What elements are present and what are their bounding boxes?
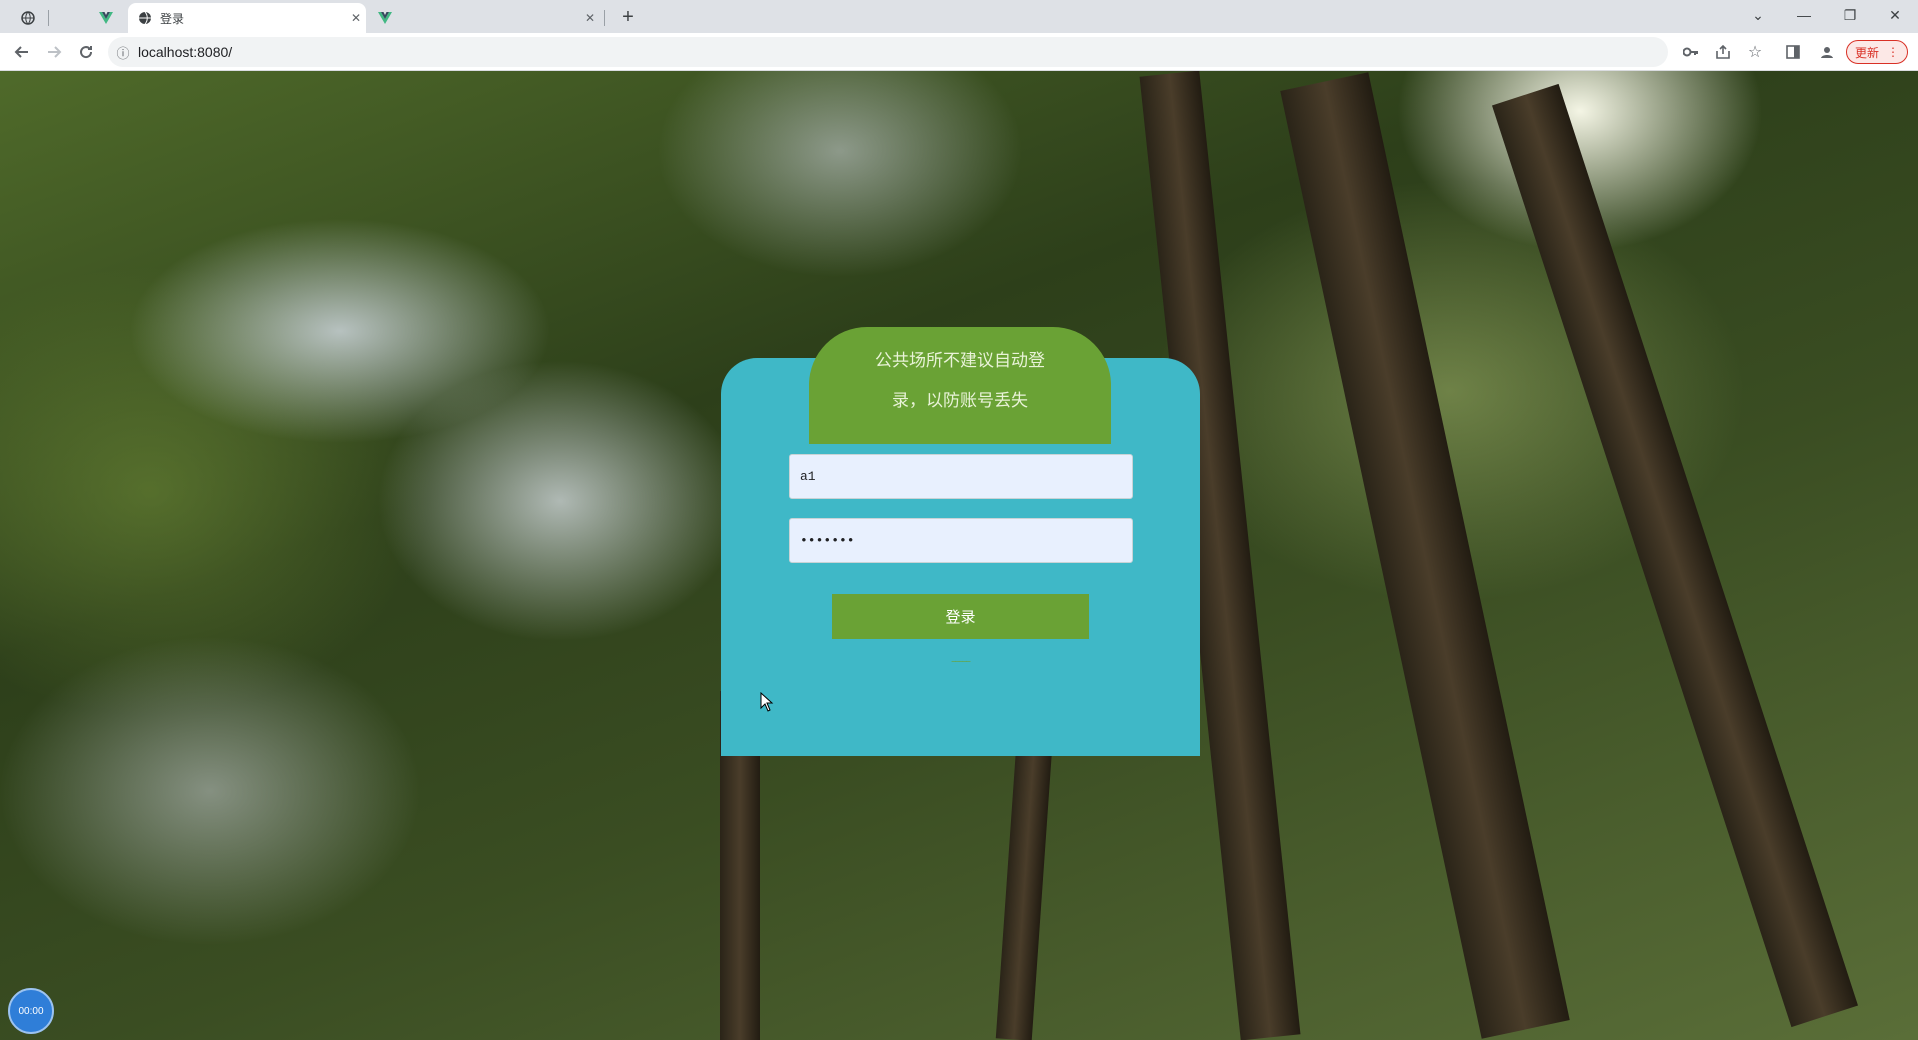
vue-icon xyxy=(99,11,113,25)
browser-tab-strip: 登录 ✕ ✕ + ⌄ — ❐ ✕ xyxy=(0,0,1918,33)
forward-arrow-icon[interactable] xyxy=(40,39,68,65)
close-window-button[interactable]: ✕ xyxy=(1872,0,1918,30)
back-arrow-icon[interactable] xyxy=(8,39,36,65)
profile-icon[interactable] xyxy=(1813,39,1841,65)
login-page-background: 公共场所不建议自动登录，以防账号丢失 登录 ‾‾‾‾‾ xyxy=(0,71,1918,1040)
tree-trunk xyxy=(1491,83,1859,1028)
tab-search-icon[interactable]: ⌄ xyxy=(1735,0,1781,30)
restore-button[interactable]: ❐ xyxy=(1827,0,1873,30)
pinned-tab-2[interactable] xyxy=(86,3,126,33)
bookmark-star-icon[interactable]: ☆ xyxy=(1741,39,1769,65)
minimize-button[interactable]: — xyxy=(1781,0,1827,30)
password-input[interactable] xyxy=(789,518,1133,563)
username-input[interactable] xyxy=(789,454,1133,499)
close-tab-icon[interactable]: ✕ xyxy=(346,11,366,25)
update-label: 更新 xyxy=(1854,45,1879,60)
tab-app[interactable]: ✕ xyxy=(368,3,600,33)
new-tab-button[interactable]: + xyxy=(616,4,640,30)
url-text: localhost:8080/ xyxy=(138,44,233,60)
reload-icon[interactable] xyxy=(72,39,100,65)
key-icon[interactable] xyxy=(1677,39,1705,65)
browser-toolbar: ⓘ localhost:8080/ ☆ 更新 ⋮ xyxy=(0,33,1918,71)
tab-separator xyxy=(604,10,605,26)
mouse-cursor-icon xyxy=(760,692,774,712)
close-tab-icon[interactable]: ✕ xyxy=(580,11,600,25)
register-link[interactable]: ‾‾‾‾‾ xyxy=(931,661,991,675)
tab-login[interactable]: 登录 ✕ xyxy=(128,3,366,33)
login-button[interactable]: 登录 xyxy=(832,594,1089,639)
globe-icon xyxy=(21,11,35,25)
address-bar[interactable]: ⓘ localhost:8080/ xyxy=(108,37,1668,67)
side-panel-icon[interactable] xyxy=(1779,39,1807,65)
more-menu-icon[interactable]: ⋮ xyxy=(1887,45,1899,59)
globe-icon xyxy=(138,11,152,25)
tree-trunk xyxy=(1280,72,1570,1039)
login-card: 公共场所不建议自动登录，以防账号丢失 登录 ‾‾‾‾‾ xyxy=(721,327,1200,756)
pinned-tab-1[interactable] xyxy=(8,3,48,33)
recording-timer-badge[interactable]: 00:00 xyxy=(8,988,54,1034)
tab-separator xyxy=(48,10,49,26)
auto-login-notice: 公共场所不建议自动登录，以防账号丢失 xyxy=(809,327,1111,444)
share-icon[interactable] xyxy=(1709,39,1737,65)
update-button[interactable]: 更新 ⋮ xyxy=(1846,40,1908,64)
site-info-icon[interactable]: ⓘ xyxy=(108,43,138,62)
vue-icon xyxy=(378,11,392,25)
tab-title: 登录 xyxy=(160,11,185,26)
